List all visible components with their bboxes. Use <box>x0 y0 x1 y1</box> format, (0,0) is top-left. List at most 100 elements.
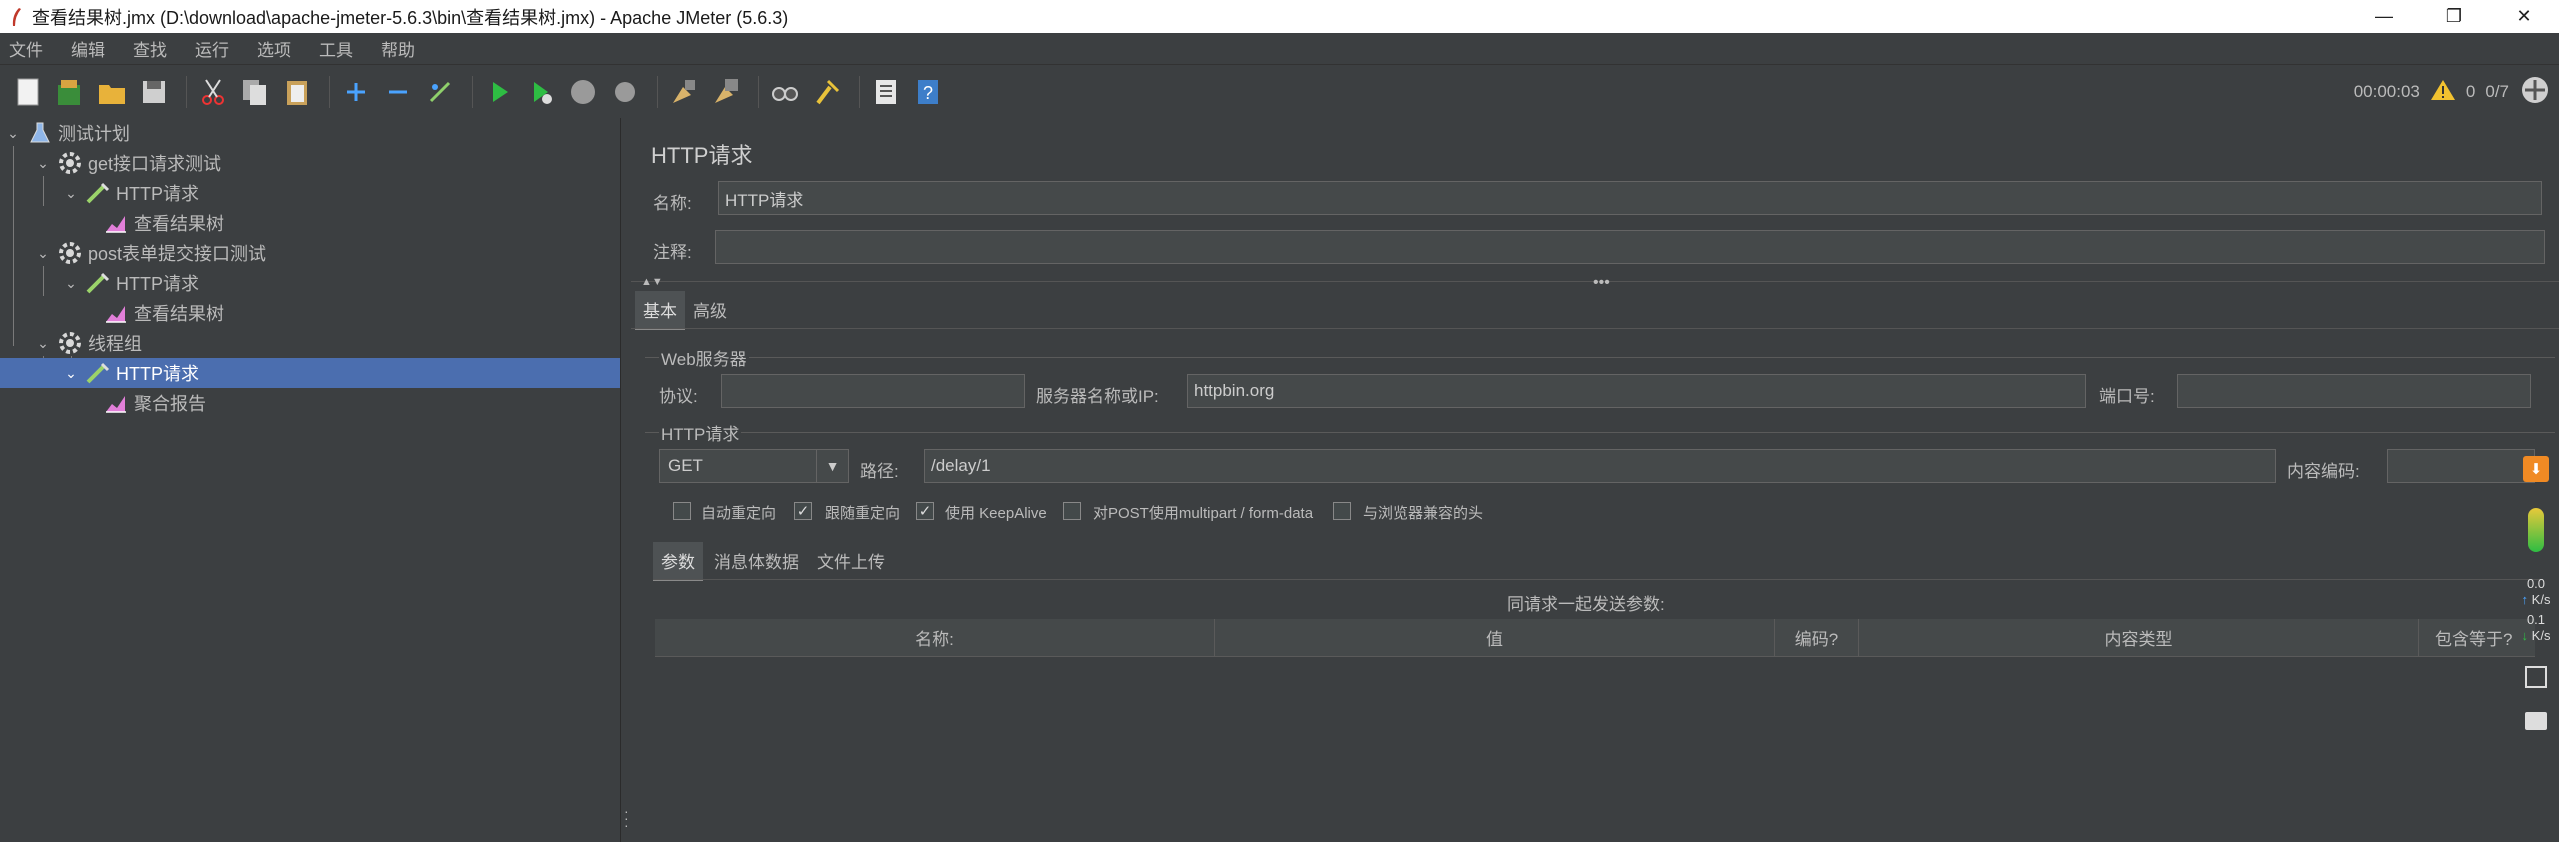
menu-file[interactable]: 文件 <box>0 36 52 61</box>
http-sampler-panel: HTTP请求 名称: HTTP请求 注释: ••• ▲▼ 基本 高级 Web服务… <box>631 118 2559 842</box>
minimize-button[interactable]: — <box>2349 0 2419 33</box>
start-icon[interactable] <box>481 74 517 110</box>
bookmark-icon[interactable]: ⬇ <box>2523 456 2549 482</box>
protocol-label: 协议: <box>659 387 698 406</box>
column-value[interactable]: 值 <box>1215 619 1775 656</box>
warning-icon[interactable] <box>2430 78 2456 107</box>
tree-node-listener[interactable]: 查看结果树 <box>0 298 620 328</box>
close-button[interactable]: ✕ <box>2489 0 2559 33</box>
shutdown-icon[interactable] <box>607 74 643 110</box>
menu-run[interactable]: 运行 <box>186 36 238 61</box>
collapse-icon[interactable] <box>380 74 416 110</box>
reset-search-icon[interactable] <box>809 74 845 110</box>
help-icon[interactable]: ? <box>910 74 946 110</box>
column-content-type[interactable]: 内容类型 <box>1859 619 2419 656</box>
test-plan-tree: ⌄ 测试计划 ⌄ get接口请求测试 ⌄ HTTP请求 查看结果树 ⌄ post… <box>0 118 620 842</box>
chevron-down-icon[interactable]: ⌄ <box>34 335 52 352</box>
clear-icon[interactable] <box>666 74 702 110</box>
tree-node-thread-group[interactable]: ⌄ 线程组 <box>0 328 620 358</box>
expand-icon[interactable] <box>338 74 374 110</box>
keepalive-label: 使用 KeepAlive <box>945 505 1047 522</box>
svg-text:?: ? <box>923 83 933 103</box>
http-request-group-title: HTTP请求 <box>659 420 742 445</box>
split-pane-divider[interactable]: · · · <box>620 118 630 842</box>
tree-node-http-sampler[interactable]: ⌄ HTTP请求 <box>0 178 620 208</box>
tree-node-thread-group[interactable]: ⌄ post表单提交接口测试 <box>0 238 620 268</box>
path-field[interactable]: /delay/1 <box>924 449 2276 483</box>
upload-unit: ↑ K/s <box>2521 592 2551 607</box>
remote-run-icon[interactable] <box>2519 74 2551 111</box>
multipart-label: 对POST使用multipart / form-data <box>1093 505 1314 522</box>
tree-node-http-sampler-selected[interactable]: ⌄ HTTP请求 <box>0 358 620 388</box>
tree-node-label: 线程组 <box>88 334 142 354</box>
collapse-arrows-icon[interactable]: ▲▼ <box>641 276 663 288</box>
tab-advanced[interactable]: 高级 <box>685 291 735 328</box>
drag-handle-icon[interactable]: · · · <box>624 804 629 832</box>
start-no-pauses-icon[interactable] <box>523 74 559 110</box>
chevron-down-icon[interactable]: ⌄ <box>62 185 80 202</box>
toggle-icon[interactable] <box>422 74 458 110</box>
tree-node-label: HTTP请求 <box>116 184 199 204</box>
checkbox-keepalive[interactable]: ✓ <box>916 502 934 520</box>
method-select[interactable]: GET ▼ <box>659 449 849 483</box>
stop-icon[interactable] <box>565 74 601 110</box>
panel-title: HTTP请求 <box>651 143 753 168</box>
tree-node-listener[interactable]: 聚合报告 <box>0 388 620 418</box>
save-icon[interactable] <box>136 74 172 110</box>
chevron-down-icon[interactable]: ⌄ <box>34 155 52 172</box>
tree-node-label: get接口请求测试 <box>88 154 222 174</box>
templates-icon[interactable] <box>52 74 88 110</box>
download-rate: 0.1 <box>2526 612 2546 627</box>
tree-node-label: HTTP请求 <box>116 364 199 384</box>
tab-parameters[interactable]: 参数 <box>653 542 703 581</box>
checkbox-auto-redirect[interactable] <box>673 502 691 520</box>
menu-edit[interactable]: 编辑 <box>62 36 114 61</box>
checkbox-multipart[interactable] <box>1063 502 1081 520</box>
tab-body-data[interactable]: 消息体数据 <box>706 542 807 579</box>
chevron-down-icon[interactable]: ▼ <box>816 450 848 482</box>
menu-help[interactable]: 帮助 <box>372 36 424 61</box>
function-helper-icon[interactable] <box>868 74 904 110</box>
copy-icon[interactable] <box>237 74 273 110</box>
memory-gauge-icon <box>2528 508 2544 552</box>
chevron-down-icon[interactable]: ⌄ <box>4 125 22 142</box>
protocol-field[interactable] <box>721 374 1025 408</box>
clear-all-icon[interactable] <box>708 74 744 110</box>
open-icon[interactable] <box>94 74 130 110</box>
menu-options[interactable]: 选项 <box>248 36 300 61</box>
menu-search[interactable]: 查找 <box>124 36 176 61</box>
comment-label: 注释: <box>653 243 692 262</box>
tab-file-upload[interactable]: 文件上传 <box>809 542 893 579</box>
toolbar: ? 00:00:03 0 0/7 <box>0 66 2559 118</box>
checkbox-browser-headers[interactable] <box>1333 502 1351 520</box>
tab-basic[interactable]: 基本 <box>635 291 685 330</box>
resize-handle-icon[interactable]: ••• <box>1593 274 1610 292</box>
screenshot-icon[interactable] <box>2525 666 2547 688</box>
server-field[interactable]: httpbin.org <box>1187 374 2086 408</box>
encoding-label: 内容编码: <box>2287 462 2360 481</box>
cut-icon[interactable] <box>195 74 231 110</box>
chevron-down-icon[interactable]: ⌄ <box>34 245 52 262</box>
search-icon[interactable] <box>2525 712 2547 730</box>
tree-node-thread-group[interactable]: ⌄ get接口请求测试 <box>0 148 620 178</box>
search-icon[interactable] <box>767 74 803 110</box>
tree-node-test-plan[interactable]: ⌄ 测试计划 <box>0 118 620 148</box>
menu-tools[interactable]: 工具 <box>310 36 362 61</box>
new-icon[interactable] <box>10 74 46 110</box>
tree-node-http-sampler[interactable]: ⌄ HTTP请求 <box>0 268 620 298</box>
paste-icon[interactable] <box>279 74 315 110</box>
name-field[interactable]: HTTP请求 <box>718 181 2542 215</box>
tree-node-label: 查看结果树 <box>134 214 224 234</box>
tree-node-listener[interactable]: 查看结果树 <box>0 208 620 238</box>
port-field[interactable] <box>2177 374 2531 408</box>
restore-button[interactable]: ❐ <box>2419 0 2489 33</box>
comment-field[interactable] <box>715 230 2545 264</box>
column-encode[interactable]: 编码? <box>1775 619 1859 656</box>
window-title: 查看结果树.jmx (D:\download\apache-jmeter-5.6… <box>32 7 789 28</box>
tree-node-label: 查看结果树 <box>134 304 224 324</box>
elapsed-time: 00:00:03 <box>2353 82 2420 101</box>
column-name[interactable]: 名称: <box>655 619 1215 656</box>
checkbox-follow-redirects[interactable]: ✓ <box>794 502 812 520</box>
chevron-down-icon[interactable]: ⌄ <box>62 365 80 382</box>
chevron-down-icon[interactable]: ⌄ <box>62 275 80 292</box>
